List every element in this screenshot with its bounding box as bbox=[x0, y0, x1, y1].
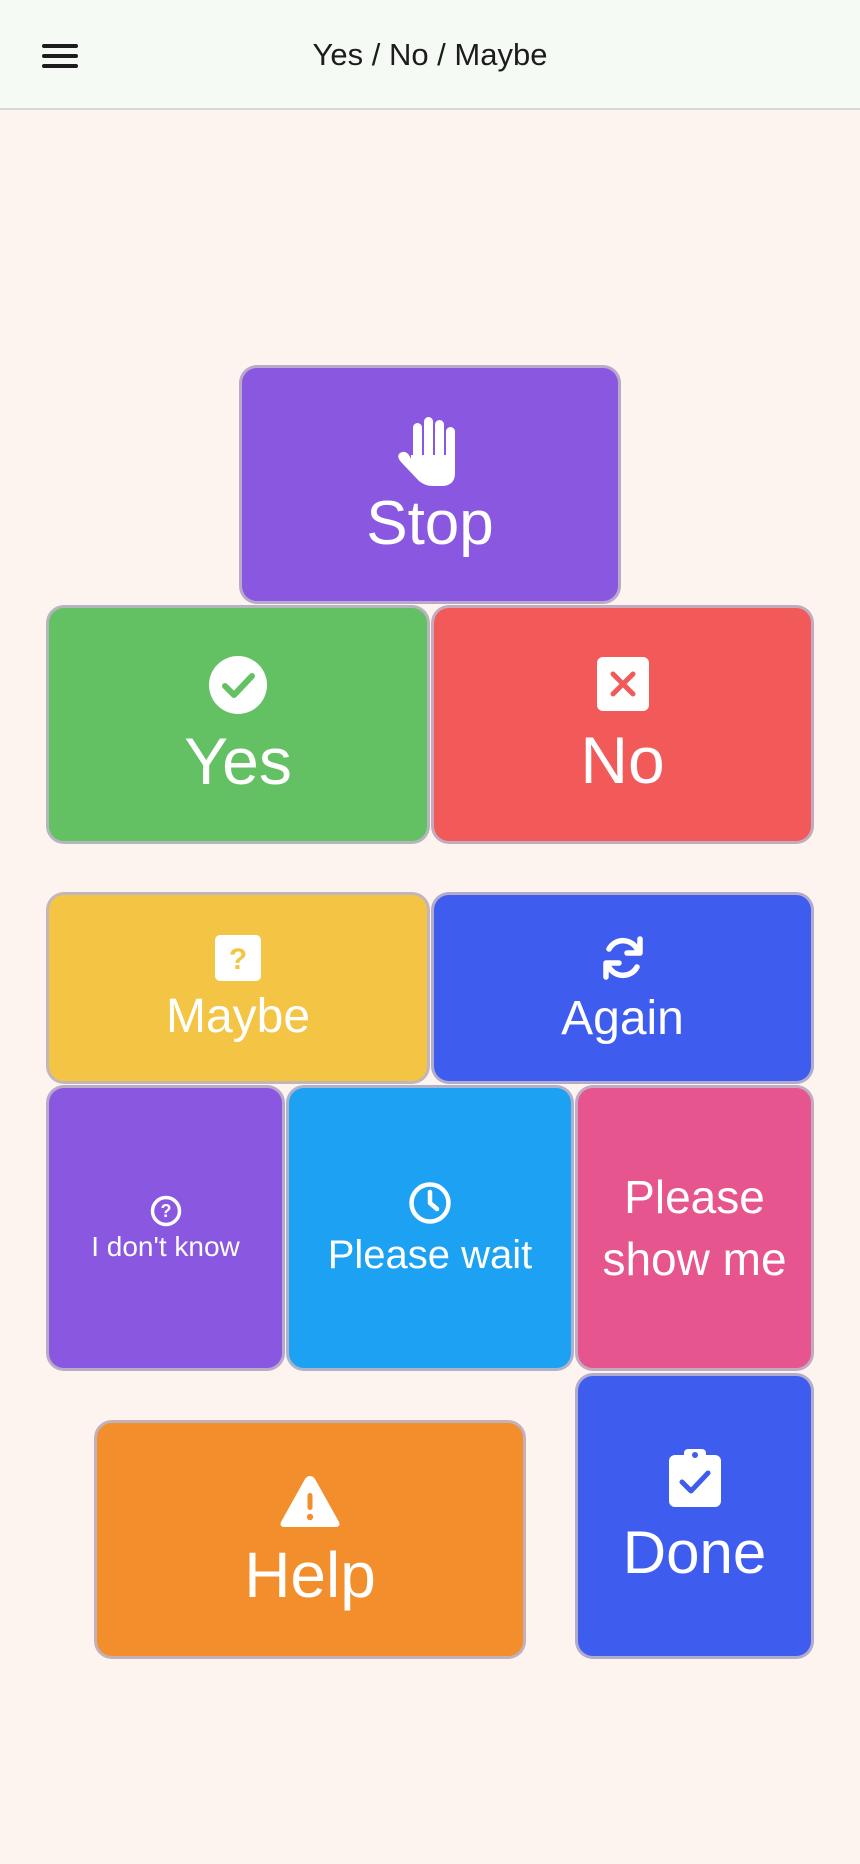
please-show-me-button[interactable]: Please show me bbox=[575, 1085, 814, 1371]
page-title: Yes / No / Maybe bbox=[312, 37, 548, 72]
please-wait-button[interactable]: Please wait bbox=[286, 1085, 574, 1371]
done-button[interactable]: Done bbox=[575, 1373, 814, 1659]
yes-label: Yes bbox=[184, 723, 292, 798]
again-label: Again bbox=[561, 992, 684, 1045]
x-square-icon bbox=[596, 656, 649, 711]
check-circle-icon bbox=[209, 655, 267, 714]
again-button[interactable]: Again bbox=[431, 892, 814, 1084]
i-dont-know-label: I don't know bbox=[91, 1231, 240, 1262]
please-show-me-label: Please show me bbox=[602, 1171, 787, 1285]
clock-icon bbox=[409, 1182, 451, 1224]
svg-text:?: ? bbox=[229, 943, 247, 976]
svg-text:?: ? bbox=[160, 1201, 171, 1221]
question-circle-icon: ? bbox=[150, 1195, 181, 1227]
warning-icon bbox=[280, 1475, 340, 1527]
no-label: No bbox=[580, 722, 665, 797]
i-dont-know-button[interactable]: ? I don't know bbox=[46, 1085, 285, 1371]
clipboard-check-icon bbox=[668, 1449, 721, 1507]
maybe-button[interactable]: ? Maybe bbox=[46, 892, 430, 1084]
help-button[interactable]: Help bbox=[94, 1420, 526, 1659]
please-wait-label: Please wait bbox=[327, 1233, 533, 1277]
refresh-icon bbox=[602, 936, 643, 980]
help-label: Help bbox=[244, 1538, 376, 1611]
stop-button[interactable]: Stop bbox=[239, 365, 621, 604]
question-square-icon: ? bbox=[215, 935, 261, 981]
stop-label: Stop bbox=[366, 488, 494, 558]
yes-button[interactable]: Yes bbox=[46, 605, 430, 844]
maybe-label: Maybe bbox=[165, 990, 311, 1043]
no-button[interactable]: No bbox=[431, 605, 814, 844]
hand-icon bbox=[398, 416, 455, 486]
done-label: Done bbox=[622, 1519, 767, 1586]
top-app-bar: Yes / No / Maybe bbox=[0, 0, 860, 110]
